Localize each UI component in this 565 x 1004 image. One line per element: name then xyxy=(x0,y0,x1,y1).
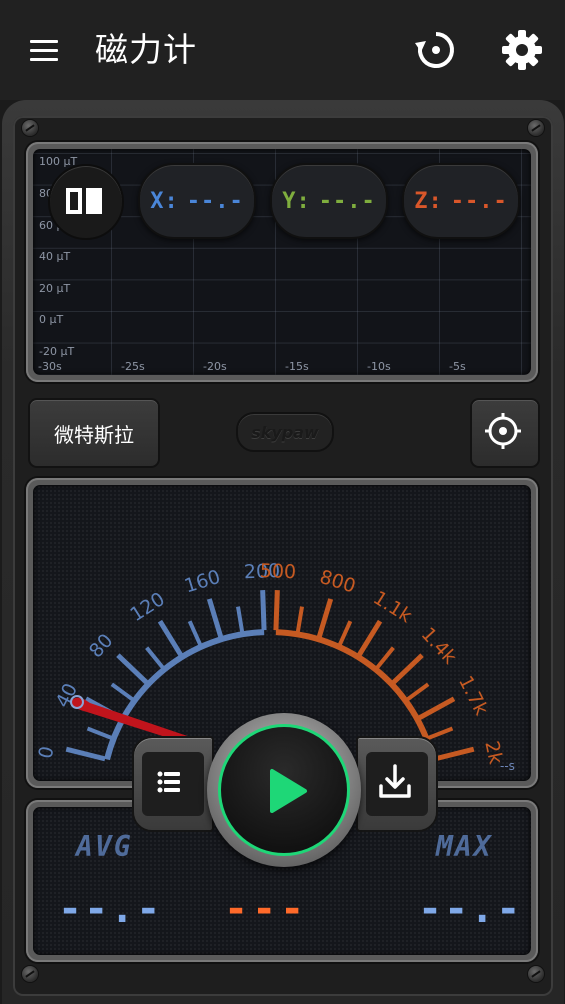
gear-icon xyxy=(502,30,542,70)
y-label: Y: xyxy=(282,188,311,214)
x-label: X: xyxy=(150,188,179,214)
x-tick-label: -30s xyxy=(38,360,62,373)
x-tick-label: -15s xyxy=(285,360,309,373)
crosshair-icon xyxy=(485,413,521,449)
guide-button[interactable] xyxy=(48,164,124,240)
x-tick-label: -5s xyxy=(449,360,466,373)
calibrate-button[interactable] xyxy=(470,398,540,468)
screw-decoration xyxy=(22,966,38,982)
menu-button[interactable] xyxy=(24,30,64,70)
brand-logo: skypaw xyxy=(236,412,334,452)
unit-button[interactable]: 微特斯拉 xyxy=(28,398,160,468)
screw-decoration xyxy=(528,966,544,982)
avg-label: AVG xyxy=(76,830,133,863)
z-value: --.- xyxy=(450,188,508,214)
list-button[interactable] xyxy=(132,736,214,832)
current-value: --- xyxy=(224,886,309,932)
history-button[interactable] xyxy=(412,26,460,74)
z-axis-readout: Z: --.- xyxy=(402,163,520,239)
app-bar: 磁力计 xyxy=(0,0,565,100)
y-tick-label: 40 μT xyxy=(39,250,71,263)
y-axis-readout: Y: --.- xyxy=(270,163,388,239)
x-value: --.- xyxy=(186,188,244,214)
book-icon xyxy=(66,188,102,214)
avg-value: --.- xyxy=(58,886,163,932)
export-button-face xyxy=(366,752,428,816)
menu-icon xyxy=(30,40,58,43)
settings-button[interactable] xyxy=(498,26,546,74)
export-button[interactable] xyxy=(356,736,438,832)
max-label: MAX xyxy=(436,830,493,863)
y-tick-label: 0 μT xyxy=(39,313,64,326)
list-icon xyxy=(157,771,180,793)
play-icon xyxy=(270,769,307,813)
page-title: 磁力计 xyxy=(95,30,197,69)
x-tick-label: -10s xyxy=(367,360,391,373)
x-axis-readout: X: --.- xyxy=(138,163,256,239)
x-tick-label: -25s xyxy=(121,360,145,373)
y-tick-label: 20 μT xyxy=(39,282,71,295)
list-button-face xyxy=(142,752,204,816)
download-icon xyxy=(379,764,411,798)
screw-decoration xyxy=(22,120,38,136)
y-tick-label: -20 μT xyxy=(39,345,75,358)
menu-icon-bar xyxy=(30,58,58,61)
x-tick-label: -20s xyxy=(203,360,227,373)
menu-icon-bar xyxy=(30,49,58,52)
max-value: --.- xyxy=(418,886,523,932)
y-value: --.- xyxy=(318,188,376,214)
z-label: Z: xyxy=(414,188,443,214)
start-button[interactable] xyxy=(218,724,350,856)
history-icon xyxy=(415,32,454,68)
screw-decoration xyxy=(528,120,544,136)
